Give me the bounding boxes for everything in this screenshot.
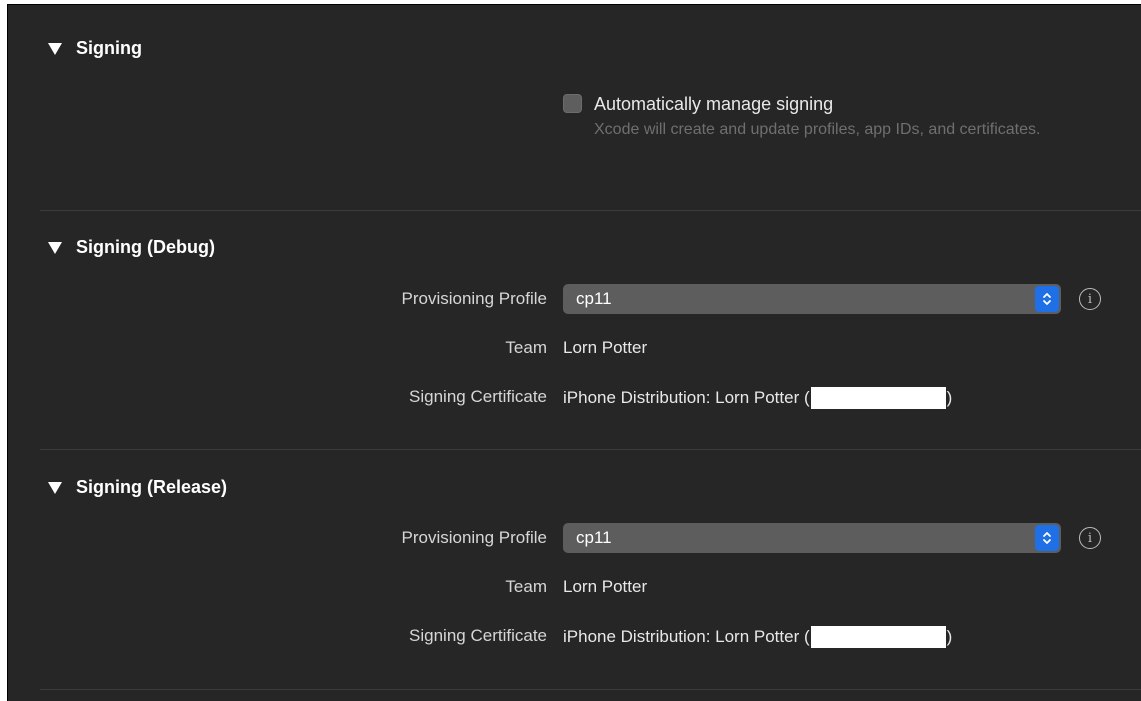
debug-info-icon[interactable]: i: [1079, 288, 1101, 310]
release-team-value: Lorn Potter: [563, 577, 648, 596]
release-signing-certificate-label: Signing Certificate: [409, 626, 547, 645]
auto-manage-signing-label[interactable]: Automatically manage signing: [594, 93, 1064, 115]
debug-provisioning-profile-popup[interactable]: cp11: [563, 284, 1061, 314]
release-certificate-suffix: ): [946, 627, 953, 646]
chevron-up-down-icon[interactable]: [1035, 286, 1059, 312]
debug-team-value: Lorn Potter: [563, 338, 648, 357]
release-team-label: Team: [505, 577, 547, 596]
debug-signing-certificate-value: iPhone Distribution: Lorn Potter ( ): [563, 387, 952, 409]
debug-signing-certificate-label: Signing Certificate: [409, 387, 547, 406]
section-header-signing[interactable]: Signing: [48, 38, 142, 59]
redaction-box: [810, 387, 946, 409]
section-title-signing: Signing: [76, 38, 142, 58]
debug-certificate-suffix: ): [946, 388, 953, 407]
debug-provisioning-profile-value: cp11: [576, 289, 612, 308]
release-info-icon[interactable]: i: [1079, 527, 1101, 549]
release-provisioning-profile-popup[interactable]: cp11: [563, 523, 1061, 553]
chevron-up-down-icon[interactable]: [1035, 525, 1059, 551]
section-header-signing-release[interactable]: Signing (Release): [48, 477, 227, 498]
release-provisioning-profile-value: cp11: [576, 528, 612, 547]
release-signing-certificate-value: iPhone Distribution: Lorn Potter ( ): [563, 626, 952, 648]
disclosure-triangle-icon[interactable]: [48, 481, 62, 494]
release-provisioning-profile-label: Provisioning Profile: [401, 528, 547, 547]
section-title-signing-debug: Signing (Debug): [76, 237, 215, 257]
section-divider: [40, 689, 1141, 690]
auto-manage-signing-description: Xcode will create and update profiles, a…: [594, 121, 1041, 138]
redaction-box: [810, 626, 946, 648]
debug-certificate-prefix: iPhone Distribution: Lorn Potter (: [563, 388, 810, 407]
section-divider: [40, 210, 1141, 211]
auto-manage-signing-checkbox[interactable]: [563, 94, 582, 113]
debug-team-label: Team: [505, 338, 547, 357]
disclosure-triangle-icon[interactable]: [48, 42, 62, 55]
signing-settings-pane: Signing Automatically manage signing Xco…: [7, 4, 1141, 701]
section-header-signing-debug[interactable]: Signing (Debug): [48, 237, 215, 258]
debug-provisioning-profile-label: Provisioning Profile: [401, 289, 547, 308]
section-divider: [40, 449, 1141, 450]
section-title-signing-release: Signing (Release): [76, 477, 228, 497]
disclosure-triangle-icon[interactable]: [48, 241, 62, 254]
release-certificate-prefix: iPhone Distribution: Lorn Potter (: [563, 627, 810, 646]
auto-manage-signing-option[interactable]: Automatically manage signing Xcode will …: [563, 93, 1064, 140]
